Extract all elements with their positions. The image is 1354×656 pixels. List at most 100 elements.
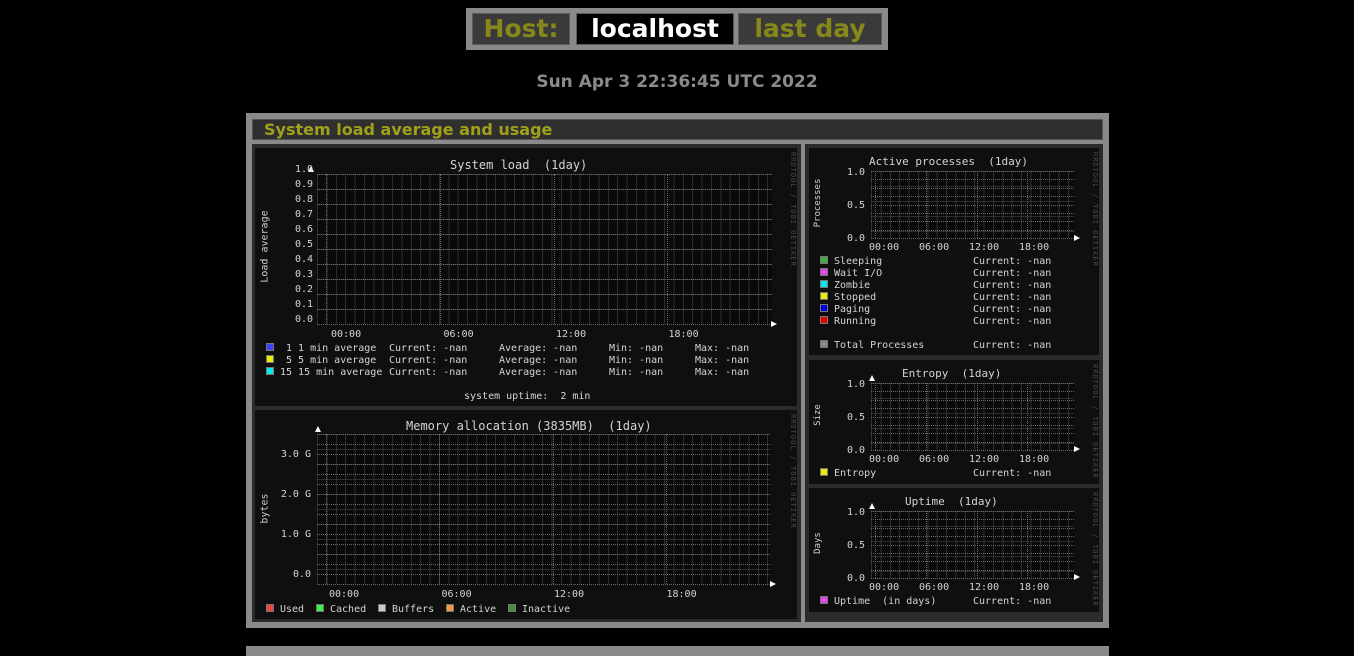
grid-hline bbox=[317, 434, 770, 435]
grid-hline bbox=[317, 234, 772, 235]
legend-row: Used bbox=[266, 604, 304, 615]
grid-hline bbox=[871, 433, 1074, 435]
y-tick-label: 0.0 bbox=[846, 233, 865, 244]
grid-hline bbox=[871, 511, 1074, 512]
legend-name: Sleeping bbox=[834, 256, 883, 267]
grid-hline bbox=[317, 554, 770, 555]
next-section-border bbox=[246, 646, 1109, 656]
grid-hline bbox=[317, 544, 770, 545]
legend-value: Max: -nan bbox=[695, 343, 750, 354]
grid-hline bbox=[871, 383, 1074, 384]
grid-hline bbox=[317, 324, 772, 325]
legend-swatch bbox=[820, 468, 828, 476]
grid-vline bbox=[326, 434, 328, 584]
legend-value: Current: -nan bbox=[973, 316, 1052, 327]
grid-hline bbox=[871, 408, 1074, 410]
x-tick-label: 12:00 bbox=[556, 329, 587, 340]
grid-hline bbox=[871, 179, 1074, 181]
legend-row: Active bbox=[446, 604, 496, 615]
legend-name: Zombie bbox=[834, 280, 871, 291]
grid-hline bbox=[871, 416, 1074, 418]
uptime-footer: system uptime: 2 min bbox=[464, 391, 591, 402]
legend-row: 15 15 min average Current: -nan Average: -… bbox=[266, 367, 786, 379]
x-tick-label: 06:00 bbox=[919, 454, 950, 465]
y-tick-label: 3.0 G bbox=[280, 449, 311, 460]
y-axis-label: Size bbox=[813, 404, 823, 426]
graph-title: Entropy (1day) bbox=[902, 367, 1002, 380]
grid-hline bbox=[317, 444, 770, 445]
y-axis-arrow-icon bbox=[315, 426, 321, 432]
legend-name: Uptime (in days) bbox=[834, 596, 937, 607]
y-tick-label: 0.5 bbox=[846, 540, 865, 551]
grid-hline bbox=[317, 504, 770, 505]
section-title[interactable]: System load average and usage bbox=[252, 119, 1103, 140]
x-tick-label: 12:00 bbox=[969, 582, 1000, 593]
grid-hline bbox=[871, 450, 1074, 451]
y-tick-label: 0.8 bbox=[294, 194, 313, 205]
grid-hline bbox=[871, 424, 1074, 426]
legend-name: Inactive bbox=[522, 604, 571, 615]
grid-hline bbox=[317, 309, 772, 310]
y-axis-label: Processes bbox=[813, 178, 823, 228]
y-tick-label: 1.0 bbox=[846, 167, 865, 178]
grid-hline bbox=[871, 391, 1074, 393]
grid-hline bbox=[317, 464, 770, 465]
x-tick-label: 00:00 bbox=[869, 582, 900, 593]
y-tick-label: 0.2 bbox=[294, 284, 313, 295]
datetime-label: Sun Apr 3 22:36:45 UTC 2022 bbox=[536, 72, 818, 92]
legend-swatch bbox=[820, 268, 828, 276]
system-load-graph[interactable]: System load (1day) Load average RRDTOOL … bbox=[255, 148, 797, 406]
y-tick-label: 1.0 bbox=[846, 507, 865, 518]
y-tick-label: 0.0 bbox=[292, 569, 311, 580]
grid-hline bbox=[871, 204, 1074, 206]
y-axis-label: Load average bbox=[259, 210, 271, 283]
grid-hline bbox=[317, 174, 772, 175]
grid-hline bbox=[871, 569, 1074, 571]
legend-row: 1 1 min average Current: -nan Average: -na… bbox=[266, 343, 786, 355]
active-processes-graph[interactable]: Active processes (1day) Processes RRDTOO… bbox=[809, 148, 1099, 355]
memory-allocation-graph[interactable]: Memory allocation (3835MB) (1day) bytes … bbox=[255, 410, 797, 619]
host-name[interactable]: localhost bbox=[576, 13, 734, 45]
legend-name: Running bbox=[834, 316, 877, 327]
grid-hline bbox=[871, 552, 1074, 554]
plot-area bbox=[871, 171, 1074, 239]
system-load-section: System load average and usage System loa… bbox=[246, 113, 1109, 628]
graph-title: System load (1day) bbox=[450, 158, 588, 172]
entropy-graph[interactable]: Entropy (1day) Size RRDTOOL / TOBI OETIK… bbox=[809, 360, 1099, 484]
x-tick-label: 18:00 bbox=[1019, 242, 1050, 253]
legend-row: 5 5 min average Current: -nan Average: -na… bbox=[266, 355, 786, 367]
grid-hline bbox=[317, 204, 772, 205]
grid-hline bbox=[317, 474, 770, 475]
x-tick-label: 06:00 bbox=[441, 589, 472, 600]
y-tick-label: 0.9 bbox=[294, 179, 313, 190]
plot-area bbox=[871, 511, 1074, 579]
x-tick-label: 06:00 bbox=[443, 329, 474, 340]
grid-vline bbox=[665, 434, 667, 584]
legend-row: Entropy Current: -nan bbox=[820, 468, 1090, 480]
y-axis-label: Days bbox=[813, 532, 823, 554]
y-tick-label: 0.6 bbox=[294, 224, 313, 235]
legend-name: Used bbox=[280, 604, 305, 615]
grid-hline bbox=[871, 441, 1074, 443]
rrdtool-watermark: RRDTOOL / TOBI OETIKER bbox=[789, 152, 797, 267]
grid-hline bbox=[871, 399, 1074, 401]
grid-hline bbox=[317, 219, 772, 220]
plot-area bbox=[871, 383, 1074, 451]
x-tick-label: 12:00 bbox=[969, 454, 1000, 465]
y-tick-label: 0.7 bbox=[294, 209, 313, 220]
legend-value: Min: -nan bbox=[609, 355, 664, 366]
legend-name: Cached bbox=[330, 604, 367, 615]
x-axis-arrow-icon bbox=[770, 581, 776, 587]
grid-hline bbox=[871, 238, 1074, 239]
legend-swatch bbox=[820, 316, 828, 324]
legend-value: Current: -nan bbox=[973, 304, 1052, 315]
legend-swatch bbox=[820, 256, 828, 264]
grid-hline bbox=[871, 221, 1074, 223]
grid-hline bbox=[871, 187, 1074, 189]
rrdtool-watermark: RRDTOOL / TOBI OETIKER bbox=[1091, 152, 1099, 267]
legend-swatch bbox=[316, 604, 324, 612]
period-selector[interactable]: last day bbox=[738, 13, 882, 45]
grid-vline bbox=[552, 434, 554, 584]
grid-hline bbox=[317, 514, 770, 515]
uptime-graph[interactable]: Uptime (1day) Days RRDTOOL / TOBI OETIKE… bbox=[809, 488, 1099, 612]
